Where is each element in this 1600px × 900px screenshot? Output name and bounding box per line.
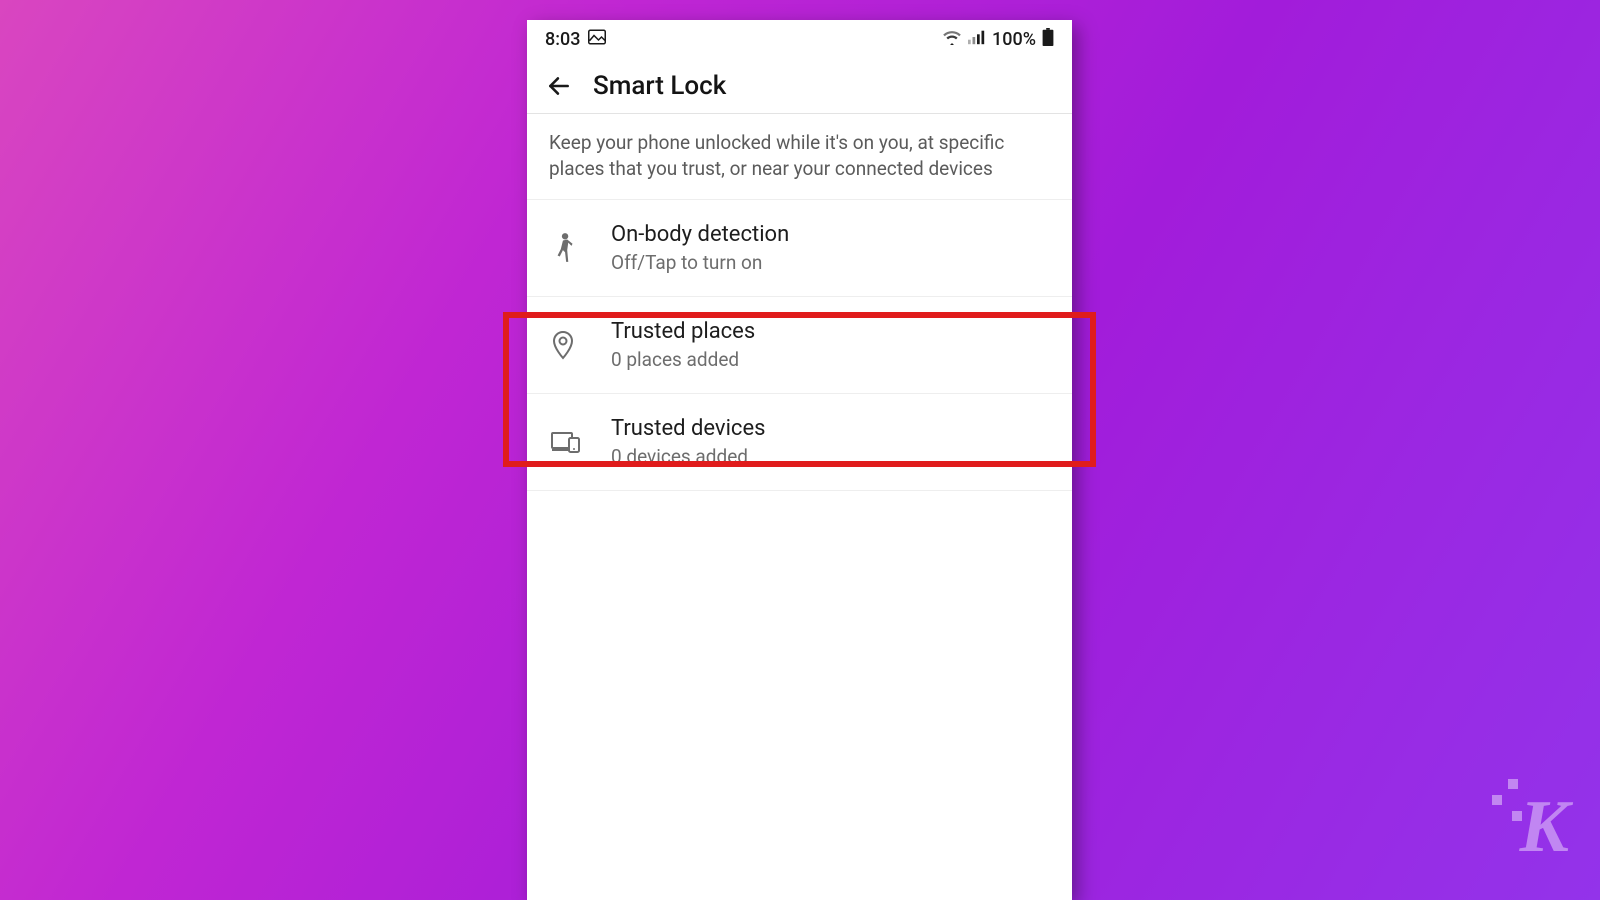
picture-icon [588,29,606,50]
item-trusted-devices[interactable]: Trusted devices 0 devices added [527,394,1072,491]
item-trusted-places[interactable]: Trusted places 0 places added [527,297,1072,394]
back-button[interactable] [537,64,581,108]
item-title: Trusted places [611,319,1050,344]
signal-icon [968,29,986,50]
status-battery-text: 100% [992,29,1036,50]
arrow-left-icon [546,73,572,99]
page-title: Smart Lock [593,71,726,101]
title-bar: Smart Lock [527,58,1072,114]
devices-icon [551,430,581,454]
watermark-dots-icon [1492,779,1522,821]
wifi-icon [942,29,962,50]
status-bar: 8:03 [527,20,1072,58]
phone-frame: 8:03 [527,20,1072,900]
item-on-body-detection[interactable]: On-body detection Off/Tap to turn on [527,200,1072,297]
battery-icon [1042,28,1054,51]
location-pin-icon [551,330,575,360]
page-description: Keep your phone unlocked while it's on y… [527,114,1072,200]
walking-person-icon [551,232,577,264]
watermark-letter: K [1520,786,1566,868]
item-subtitle: Off/Tap to turn on [611,251,1050,274]
watermark: K [1520,785,1566,870]
item-title: On-body detection [611,222,1050,247]
item-title: Trusted devices [611,416,1050,441]
status-time: 8:03 [545,29,580,50]
item-subtitle: 0 devices added [611,445,1050,468]
item-subtitle: 0 places added [611,348,1050,371]
